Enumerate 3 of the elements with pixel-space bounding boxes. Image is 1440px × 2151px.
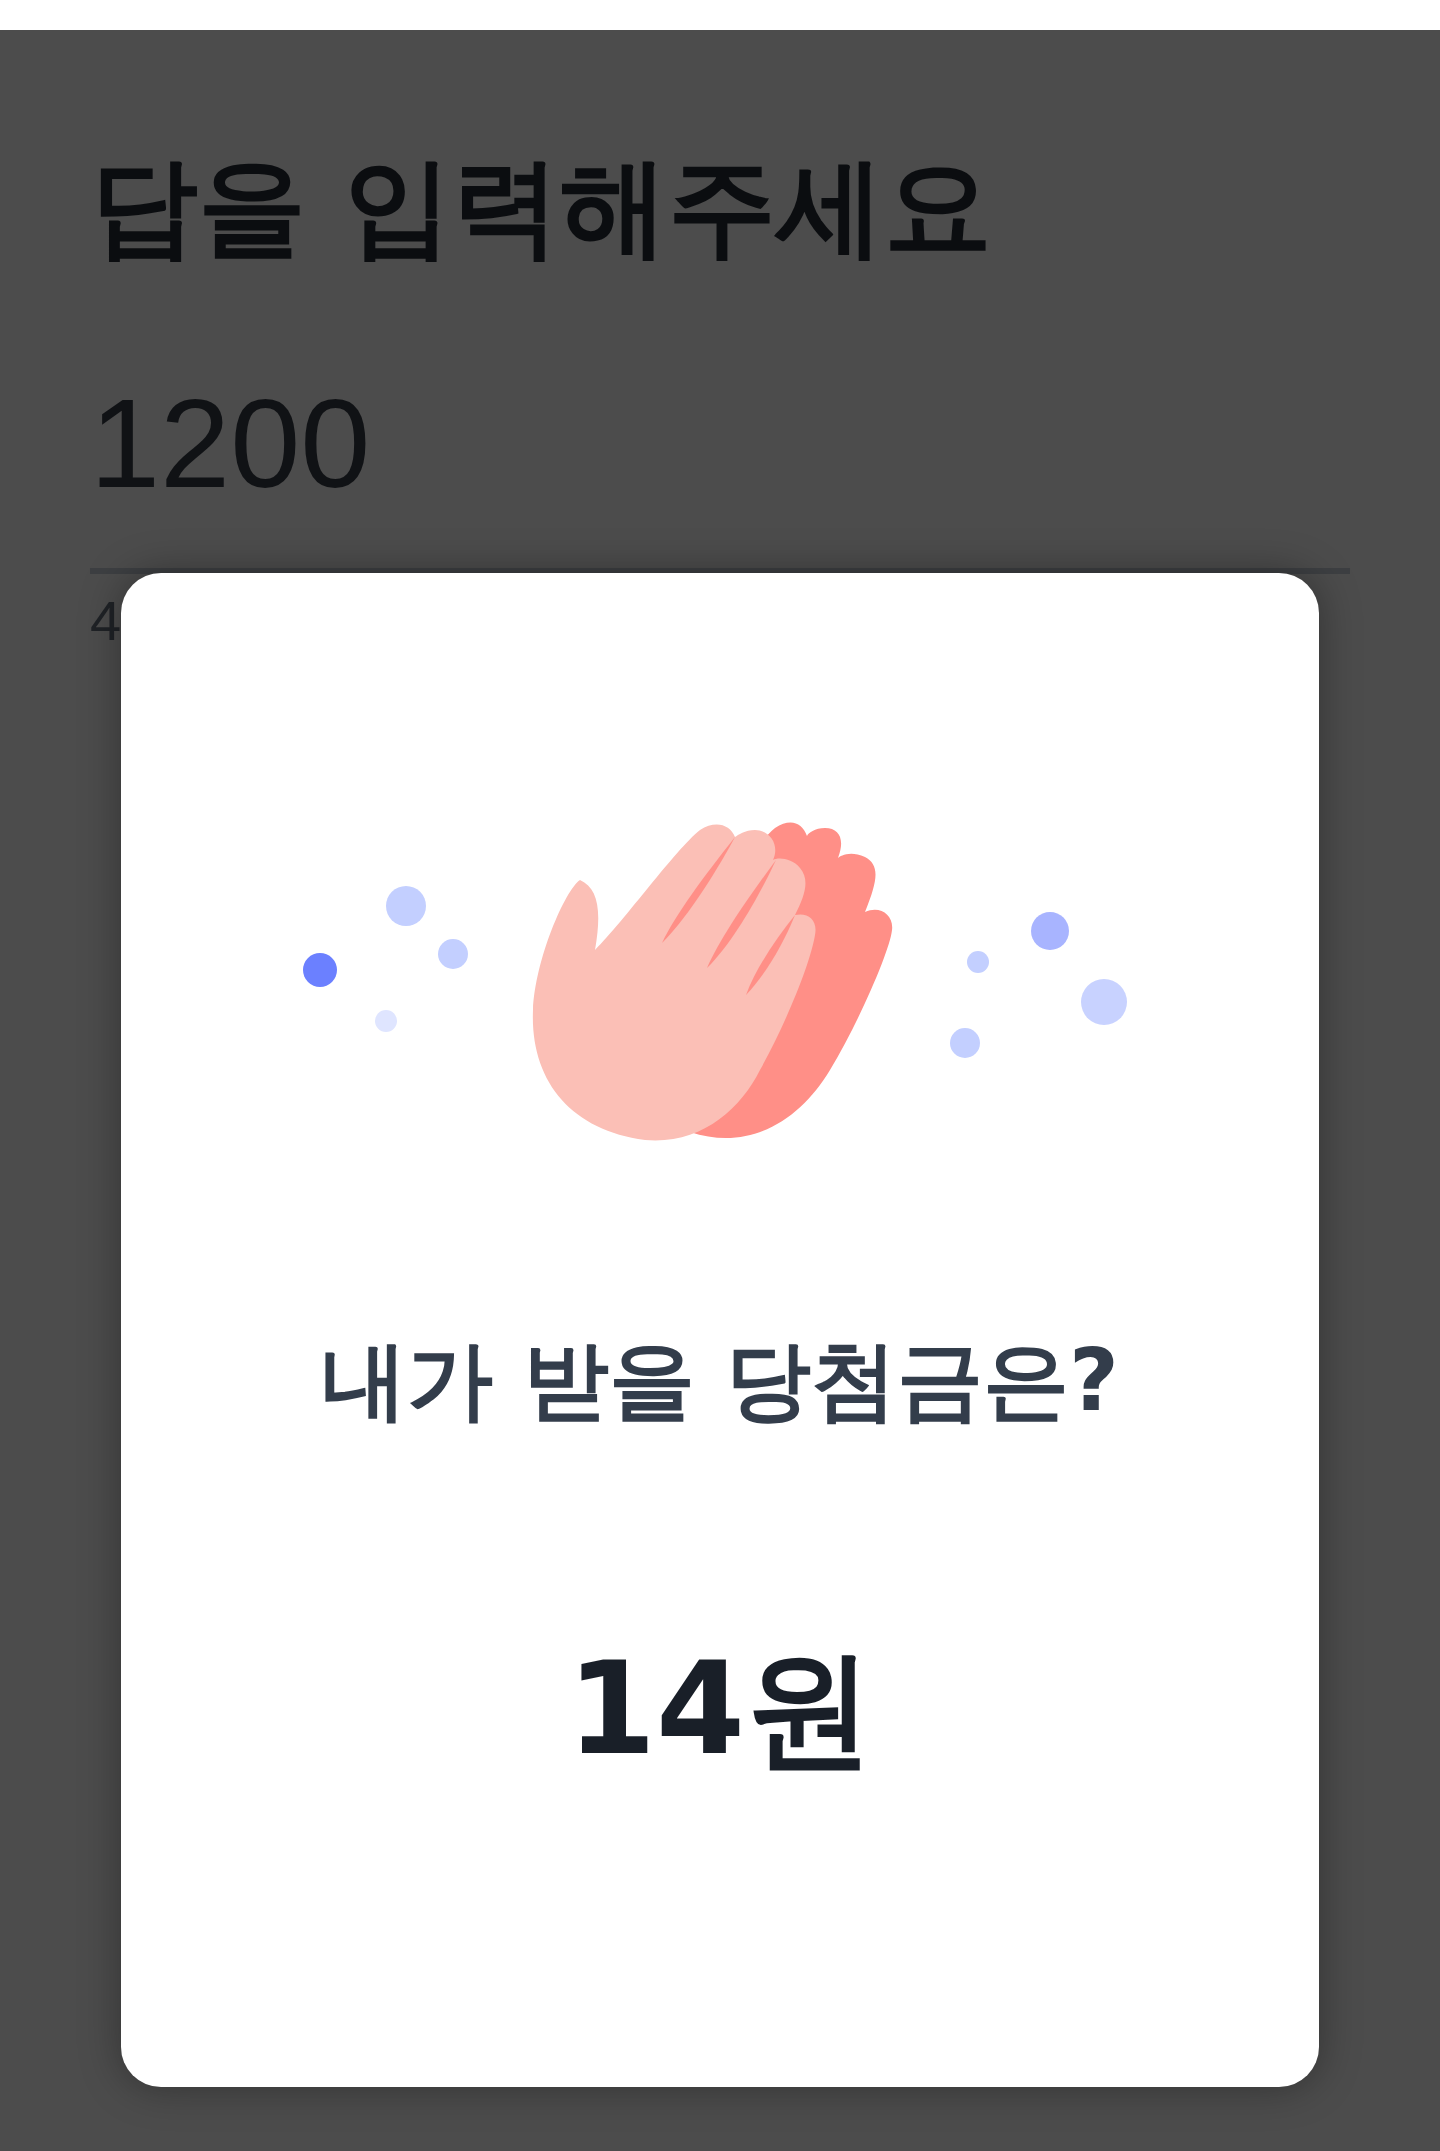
prize-amount: 14원 [566, 1633, 874, 1786]
page-title: 답을 입력해주세요 [90, 143, 993, 271]
question-text: 내가 받을 당첨금은? [321, 1329, 1119, 1432]
